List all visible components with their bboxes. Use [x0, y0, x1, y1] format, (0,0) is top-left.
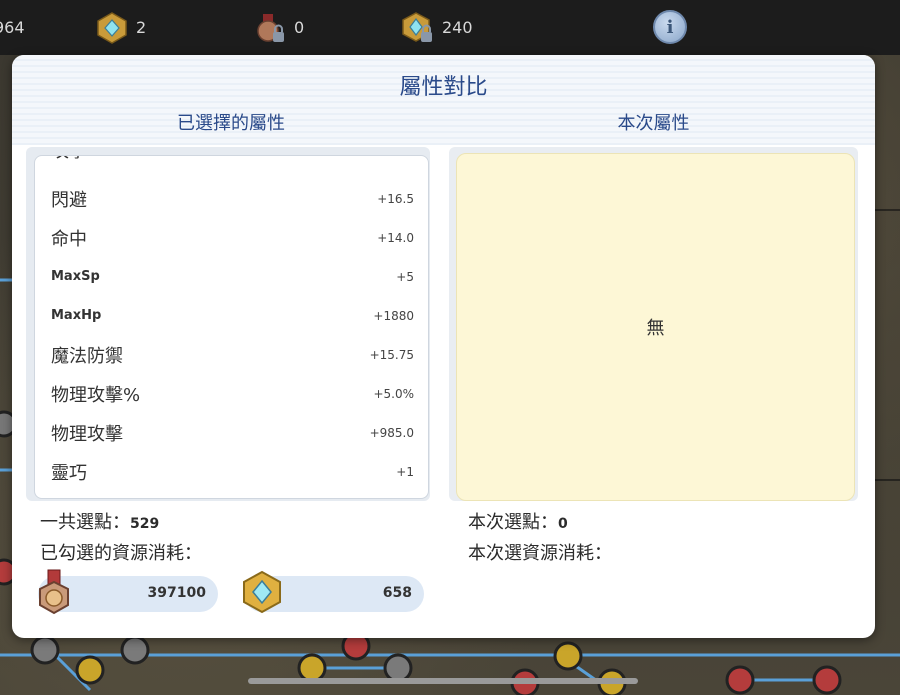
attribute-name: MaxHp — [51, 308, 102, 323]
attribute-compare-dialog: 屬性對比 已選擇的屬性 本次屬性 攻擊+8.1 閃避 +16.5 命中 +14.… — [12, 55, 875, 638]
attribute-value: +14.0 — [377, 230, 414, 245]
resource-value: 2 — [136, 18, 147, 37]
map-node-icon[interactable] — [120, 635, 150, 665]
attribute-value: +15.75 — [369, 347, 414, 362]
current-points: 本次選點：0 — [468, 508, 568, 534]
selected-attributes-header: 已選擇的屬性 — [177, 113, 285, 134]
list-item: MaxSp +5 — [51, 257, 414, 296]
attribute-value: +985.0 — [369, 425, 414, 440]
selected-cost-label: 已勾選的資源消耗： — [40, 543, 202, 564]
medal-icon — [39, 569, 69, 615]
attribute-name: 物理攻擊 — [51, 423, 123, 445]
total-points-value: 529 — [130, 516, 160, 532]
resource-counter: 240 — [402, 0, 473, 55]
attribute-name: 命中 — [51, 228, 87, 250]
attribute-name: 閃避 — [51, 189, 87, 211]
current-points-value: 0 — [558, 516, 568, 532]
map-node-icon[interactable] — [30, 635, 60, 665]
list-item: 物理攻擊% +5.0% — [51, 374, 414, 413]
attribute-name: 靈巧 — [51, 462, 87, 484]
dialog-title: 屬性對比 — [399, 75, 488, 100]
empty-state-text: 無 — [646, 318, 665, 339]
map-node-icon[interactable] — [553, 641, 583, 671]
crystal-cost-value: 658 — [382, 585, 412, 601]
map-node-icon[interactable] — [812, 665, 842, 695]
info-icon[interactable]: i — [653, 10, 687, 44]
current-attributes-header: 本次屬性 — [617, 113, 690, 134]
resource-bar: 964 2 0 240 i — [0, 0, 900, 55]
resource-counter: 2 — [96, 0, 146, 55]
crystal-cost-pill: 658 — [243, 570, 424, 614]
attribute-value: +16.5 — [377, 191, 414, 206]
attribute-value: +1 — [396, 464, 414, 479]
total-points: 一共選點：529 — [40, 508, 159, 534]
home-indicator[interactable] — [248, 678, 638, 684]
list-item: 閃避 +16.5 — [51, 179, 414, 218]
map-node-icon[interactable] — [75, 655, 105, 685]
current-points-label: 本次選點： — [468, 512, 558, 533]
crystal-badge-icon — [243, 570, 281, 614]
list-item: 魔法防禦 +15.75 — [51, 335, 414, 374]
locked-crystal-badge-icon — [402, 11, 432, 42]
resource-counter: 0 — [254, 0, 304, 55]
list-item: 物理攻擊 +985.0 — [51, 413, 414, 452]
current-attribute-panel: 無 — [456, 153, 855, 501]
total-points-label: 一共選點： — [40, 512, 130, 533]
current-cost-label: 本次選資源消耗： — [468, 543, 612, 564]
resource-value: 964 — [0, 18, 25, 37]
resource-counter: 964 — [0, 0, 25, 55]
gold-crystal-badge-icon — [97, 11, 127, 44]
attribute-name: 物理攻擊% — [51, 384, 141, 406]
attribute-name: MaxSp — [51, 269, 100, 284]
list-item: 靈巧 +1 — [51, 452, 414, 491]
attribute-value: +5 — [396, 269, 414, 284]
attribute-value: +5.0% — [373, 386, 414, 401]
resource-value: 240 — [442, 18, 473, 37]
resource-value: 0 — [294, 18, 305, 37]
list-item: 命中 +14.0 — [51, 218, 414, 257]
locked-medal-icon — [257, 13, 284, 42]
medal-cost-pill: 397100 — [38, 569, 218, 615]
medal-cost-value: 397100 — [147, 585, 206, 601]
attribute-list[interactable]: 攻擊+8.1 閃避 +16.5 命中 +14.0 MaxSp +5 MaxHp … — [34, 155, 429, 499]
list-item-partial: 攻擊+8.1 — [51, 156, 414, 169]
attribute-value: +1880 — [373, 308, 414, 323]
attribute-name: 魔法防禦 — [51, 345, 123, 367]
list-item: MaxHp +1880 — [51, 296, 414, 335]
map-node-icon[interactable] — [725, 665, 755, 695]
